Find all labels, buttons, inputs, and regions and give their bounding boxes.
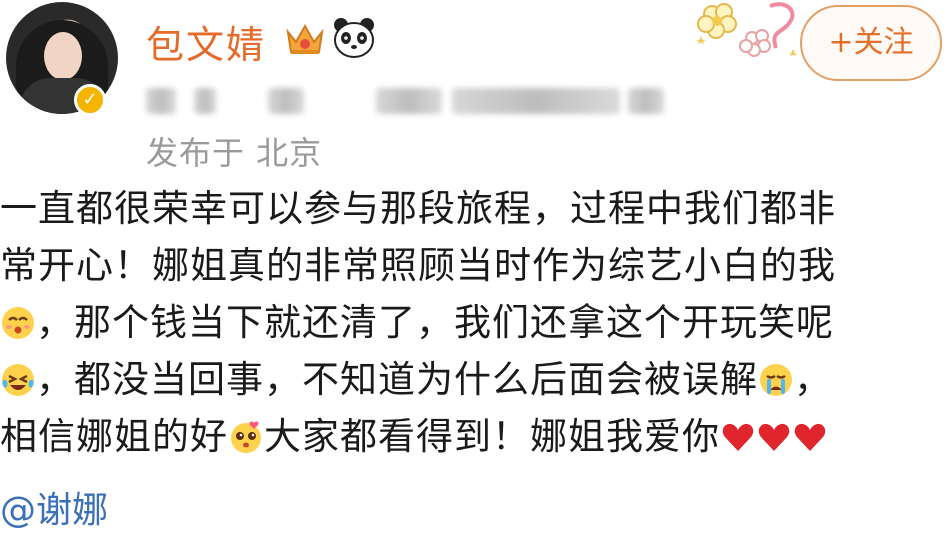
- crying-emoji-icon: [760, 364, 792, 396]
- blurred-timestamp: [194, 88, 216, 114]
- post-line: 常开心！娜姐真的非常照顾当时作为综艺小白的我: [0, 244, 836, 287]
- blurred-source: [376, 88, 442, 114]
- username[interactable]: 包文婧: [146, 14, 266, 69]
- grin-emoji-icon: [2, 307, 34, 339]
- avatar-face: [44, 32, 82, 80]
- adoring-emoji-icon: [231, 421, 261, 453]
- blurred-source: [628, 88, 664, 114]
- post-location: 发布于 北京: [146, 134, 323, 172]
- post-line-text: ，都没当回事，不知道为什么后面会被误解: [36, 358, 758, 401]
- post-line-text: ，那个钱当下就还清了，我们还拿这个开玩笑呢: [36, 301, 834, 344]
- post-line-text: 大家都看得到！娜姐我爱你: [264, 415, 720, 458]
- laugh-cry-emoji-icon: [2, 364, 34, 396]
- post-line: ，都没当回事，不知道为什么后面会被误解 ，: [0, 351, 946, 408]
- mention-link[interactable]: @谢娜: [0, 481, 108, 533]
- post-line: 一直都很荣幸可以参与那段旅程，过程中我们都非: [0, 187, 836, 230]
- follow-button[interactable]: +关注: [800, 5, 942, 81]
- blurred-timestamp: [146, 88, 176, 114]
- crown-icon: [286, 23, 324, 54]
- post-line-text: 相信娜姐的好: [0, 415, 228, 458]
- blurred-source: [452, 88, 620, 114]
- panda-icon: [334, 18, 374, 58]
- post-line: ，那个钱当下就还清了，我们还拿这个开玩笑呢: [0, 294, 946, 351]
- verified-badge-icon: ✓: [74, 84, 106, 116]
- post-line: 相信娜姐的好 大家都看得到！娜姐我爱你: [0, 408, 946, 465]
- flower-sticker-icon: [696, 2, 797, 57]
- red-heart-icon: [758, 423, 790, 451]
- red-heart-icon: [722, 423, 754, 451]
- red-heart-icon: [794, 423, 826, 451]
- post-line-text: ，: [794, 358, 832, 401]
- post-content: 一直都很荣幸可以参与那段旅程，过程中我们都非 常开心！娜姐真的非常照顾当时作为综…: [0, 180, 946, 465]
- blurred-timestamp: [268, 88, 304, 114]
